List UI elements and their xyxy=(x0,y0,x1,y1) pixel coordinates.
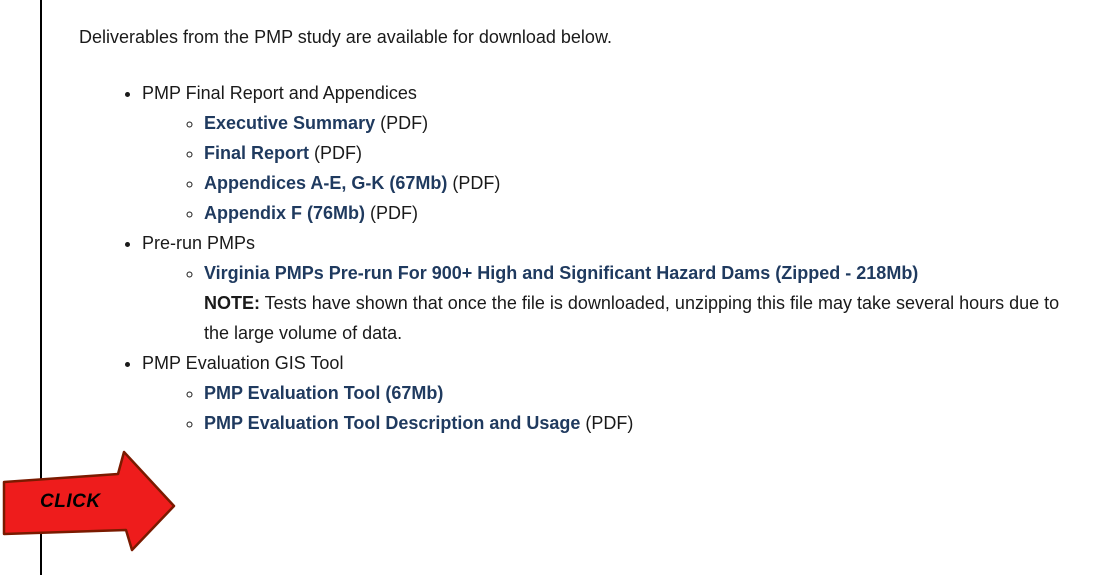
section-pre-run-pmps: Pre-run PMPs Virginia PMPs Pre-run For 9… xyxy=(142,228,1089,348)
section-title: PMP Evaluation GIS Tool xyxy=(142,353,344,373)
list-item: Appendix F (76Mb) (PDF) xyxy=(204,198,1089,228)
note-label: NOTE: xyxy=(204,293,260,313)
list-item: Final Report (PDF) xyxy=(204,138,1089,168)
note-text: Tests have shown that once the file is d… xyxy=(204,293,1060,343)
file-type-label: (PDF) xyxy=(580,413,634,433)
section-title: PMP Final Report and Appendices xyxy=(142,83,417,103)
red-arrow-right-icon xyxy=(2,450,176,552)
list-item: PMP Evaluation Tool (67Mb) xyxy=(204,378,1089,408)
section-items: Virginia PMPs Pre-run For 900+ High and … xyxy=(142,258,1089,348)
click-label: CLICK xyxy=(40,491,101,512)
click-callout: CLICK xyxy=(0,450,205,555)
appendix-f-link[interactable]: Appendix F (76Mb) xyxy=(204,203,365,223)
file-type-label: (PDF) xyxy=(309,143,363,163)
section-gis-tool: PMP Evaluation GIS Tool PMP Evaluation T… xyxy=(142,348,1089,438)
list-item: Virginia PMPs Pre-run For 900+ High and … xyxy=(204,258,1089,348)
virginia-pmps-zip-link[interactable]: Virginia PMPs Pre-run For 900+ High and … xyxy=(204,263,918,283)
section-final-report: PMP Final Report and Appendices Executiv… xyxy=(142,78,1089,228)
tool-description-link[interactable]: PMP Evaluation Tool Description and Usag… xyxy=(204,413,580,433)
section-items: PMP Evaluation Tool (67Mb) PMP Evaluatio… xyxy=(142,378,1089,438)
file-type-label: (PDF) xyxy=(365,203,418,223)
appendices-link[interactable]: Appendices A-E, G-K (67Mb) xyxy=(204,173,447,193)
section-title: Pre-run PMPs xyxy=(142,233,256,253)
file-type-label: (PDF) xyxy=(447,173,501,193)
downloads-content: Deliverables from the PMP study are avai… xyxy=(79,22,1089,438)
final-report-link[interactable]: Final Report xyxy=(204,143,309,163)
note: NOTE: Tests have shown that once the fil… xyxy=(204,293,1059,343)
list-item: Executive Summary (PDF) xyxy=(204,108,1089,138)
section-items: Executive Summary (PDF) Final Report (PD… xyxy=(142,108,1089,228)
list-item: PMP Evaluation Tool Description and Usag… xyxy=(204,408,1089,438)
executive-summary-link[interactable]: Executive Summary xyxy=(204,113,375,133)
file-type-label: (PDF) xyxy=(375,113,429,133)
intro-text: Deliverables from the PMP study are avai… xyxy=(79,27,612,47)
deliverables-list: PMP Final Report and Appendices Executiv… xyxy=(79,78,1089,438)
pmp-evaluation-tool-link[interactable]: PMP Evaluation Tool (67Mb) xyxy=(204,383,443,403)
list-item: Appendices A-E, G-K (67Mb) (PDF) xyxy=(204,168,1089,198)
